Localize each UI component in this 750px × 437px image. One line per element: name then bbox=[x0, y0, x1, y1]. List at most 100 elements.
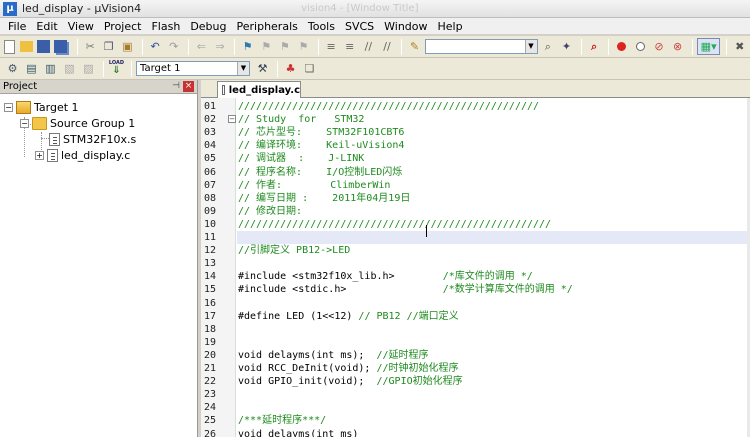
menu-flash[interactable]: Flash bbox=[146, 20, 185, 33]
code-line[interactable]: ////////////////////////////////////////… bbox=[237, 218, 750, 231]
download-icon[interactable]: LOAD ⇓ bbox=[108, 60, 125, 77]
maximize-button[interactable] bbox=[706, 0, 728, 18]
copy-icon[interactable]: ❐ bbox=[101, 38, 118, 55]
redo-icon[interactable]: ↷ bbox=[165, 38, 182, 55]
code-line[interactable]: void delayms(int ms); //延时程序 bbox=[237, 349, 750, 362]
code-line[interactable]: // 作者: ClimberWin bbox=[237, 179, 750, 192]
code-line[interactable]: #define LED (1<<12) // PB12 //端口定义 bbox=[237, 310, 750, 323]
find-icon[interactable]: ⌕ bbox=[540, 38, 557, 55]
code-line[interactable] bbox=[237, 297, 750, 310]
menu-tools[interactable]: Tools bbox=[303, 20, 340, 33]
menu-debug[interactable]: Debug bbox=[185, 20, 231, 33]
close-pane-button[interactable]: × bbox=[183, 81, 194, 92]
code-line[interactable] bbox=[237, 336, 750, 349]
minimize-button[interactable] bbox=[684, 0, 706, 18]
collapse-icon[interactable]: − bbox=[20, 118, 29, 128]
code-line[interactable] bbox=[237, 231, 750, 244]
kill-all-breakpoints-icon[interactable]: ⊗ bbox=[669, 38, 686, 55]
kill-breakpoints-icon[interactable]: ⊘ bbox=[651, 38, 668, 55]
collapse-icon[interactable]: − bbox=[4, 102, 13, 112]
rebuild-icon[interactable]: ▥ bbox=[42, 60, 59, 77]
menu-svcs[interactable]: SVCS bbox=[340, 20, 379, 33]
line-number: 24 bbox=[204, 402, 217, 414]
menu-project[interactable]: Project bbox=[99, 20, 147, 33]
code-line[interactable]: void delayms(int ms) bbox=[237, 428, 750, 437]
code-line[interactable] bbox=[237, 401, 750, 414]
next-bookmark-icon[interactable]: ⚑ bbox=[277, 38, 294, 55]
code-line[interactable]: //引脚定义 PB12->LED bbox=[237, 244, 750, 257]
code-comment: ////////////////////////////////////////… bbox=[238, 101, 540, 112]
chevron-down-icon[interactable]: ▼ bbox=[524, 40, 537, 53]
code-line[interactable]: // 调试器 : J-LINK bbox=[237, 152, 750, 165]
configuration-icon[interactable]: ✖ bbox=[731, 38, 748, 55]
code-line[interactable] bbox=[237, 388, 750, 401]
menu-file[interactable]: File bbox=[3, 20, 31, 33]
close-button[interactable] bbox=[728, 0, 750, 18]
paste-icon[interactable]: ▣ bbox=[119, 38, 136, 55]
code-line[interactable]: /***延时程序***/ bbox=[237, 414, 750, 427]
code-line[interactable]: // 芯片型号: STM32F101CBT6 bbox=[237, 126, 750, 139]
find-in-files-icon[interactable]: ✎ bbox=[406, 38, 423, 55]
code-line[interactable]: // 编写日期 : 2011年04月19日 bbox=[237, 192, 750, 205]
find-combobox[interactable]: ▼ bbox=[424, 39, 538, 54]
code-line[interactable]: // 编译环境: Keil-uVision4 bbox=[237, 139, 750, 152]
cut-icon[interactable]: ✂ bbox=[82, 38, 99, 55]
menu-peripherals[interactable]: Peripherals bbox=[232, 20, 303, 33]
prev-bookmark-icon[interactable]: ⚑ bbox=[258, 38, 275, 55]
open-folder-icon[interactable] bbox=[19, 41, 34, 52]
code-area[interactable]: ////////////////////////////////////////… bbox=[237, 98, 750, 437]
translate-icon[interactable]: ⚙ bbox=[4, 60, 21, 77]
indent-icon[interactable]: ≡ bbox=[323, 38, 340, 55]
disable-breakpoint-icon[interactable] bbox=[632, 38, 649, 55]
debug-session-icon[interactable]: ⌕ bbox=[586, 38, 603, 55]
tree-connector bbox=[41, 138, 49, 139]
tree-item-target[interactable]: − Target 1 bbox=[4, 99, 79, 115]
target-options-icon[interactable]: ⚒ bbox=[254, 60, 271, 77]
breakpoint-icon[interactable] bbox=[613, 38, 630, 55]
unindent-icon[interactable]: ≡ bbox=[341, 38, 358, 55]
bookmark-icon[interactable]: ⚑ bbox=[239, 38, 256, 55]
code-line[interactable]: // 程序名称: I/O控制LED闪烁 bbox=[237, 166, 750, 179]
fold-collapse-icon[interactable]: − bbox=[228, 115, 236, 124]
menu-help[interactable]: Help bbox=[433, 20, 468, 33]
window-layout-icon[interactable]: ▦▾ bbox=[696, 38, 721, 55]
code-line[interactable]: ////////////////////////////////////////… bbox=[237, 100, 750, 113]
code-line[interactable]: // Study for STM32 bbox=[237, 113, 750, 126]
code-line[interactable]: void RCC_DeInit(void); //时钟初始化程序 bbox=[237, 362, 750, 375]
stop-build-icon[interactable]: ▨ bbox=[80, 60, 97, 77]
new-file-icon[interactable] bbox=[4, 39, 15, 54]
batch-build-icon[interactable]: ▧ bbox=[61, 60, 78, 77]
tree-item-source-group[interactable]: − Source Group 1 bbox=[20, 115, 135, 131]
tree-item-file[interactable]: STM32F10x.s bbox=[49, 131, 136, 147]
code-line[interactable]: void GPIO_init(void); //GPIO初始化程序 bbox=[237, 375, 750, 388]
tab-led-display-c[interactable]: led_display.c bbox=[217, 81, 301, 98]
code-line[interactable] bbox=[237, 323, 750, 336]
menu-bar: File Edit View Project Flash Debug Peripherals… bbox=[0, 18, 750, 34]
menu-window[interactable]: Window bbox=[379, 20, 432, 33]
menu-edit[interactable]: Edit bbox=[31, 20, 62, 33]
code-comment: ////////////////////////////////////////… bbox=[238, 218, 552, 230]
pin-icon[interactable]: ⊣ bbox=[172, 81, 180, 92]
nav-forward-icon[interactable]: ⇒ bbox=[212, 38, 229, 55]
chevron-down-icon[interactable]: ▼ bbox=[237, 62, 249, 75]
manage-components-icon[interactable]: ❏ bbox=[301, 60, 318, 77]
tree-item-file[interactable]: + led_display.c bbox=[35, 147, 130, 163]
select-target-combobox[interactable]: Target 1 ▼ bbox=[136, 61, 250, 76]
clear-bookmarks-icon[interactable]: ⚑ bbox=[295, 38, 312, 55]
undo-icon[interactable]: ↶ bbox=[147, 38, 164, 55]
code-line[interactable]: #include <stdic.h> /*数学计算库文件的调用 */ bbox=[237, 283, 750, 296]
file-extensions-icon[interactable]: ♣ bbox=[282, 60, 299, 77]
code-line[interactable]: #include <stm32f10x_lib.h> /*库文件的调用 */ bbox=[237, 270, 750, 283]
incremental-find-icon[interactable]: ✦ bbox=[558, 38, 575, 55]
save-all-icon[interactable] bbox=[54, 40, 67, 53]
comment-icon[interactable]: // bbox=[360, 38, 377, 55]
code-line[interactable] bbox=[237, 257, 750, 270]
code-line[interactable]: // 修改日期: bbox=[237, 205, 750, 218]
expand-icon[interactable]: + bbox=[35, 150, 44, 160]
menu-view[interactable]: View bbox=[63, 20, 99, 33]
uncomment-icon[interactable]: // bbox=[379, 38, 396, 55]
save-icon[interactable] bbox=[37, 40, 51, 53]
build-icon[interactable]: ▤ bbox=[23, 60, 40, 77]
nav-back-icon[interactable]: ⇐ bbox=[193, 38, 210, 55]
code-comment: // 作者: ClimberWin bbox=[238, 179, 391, 191]
